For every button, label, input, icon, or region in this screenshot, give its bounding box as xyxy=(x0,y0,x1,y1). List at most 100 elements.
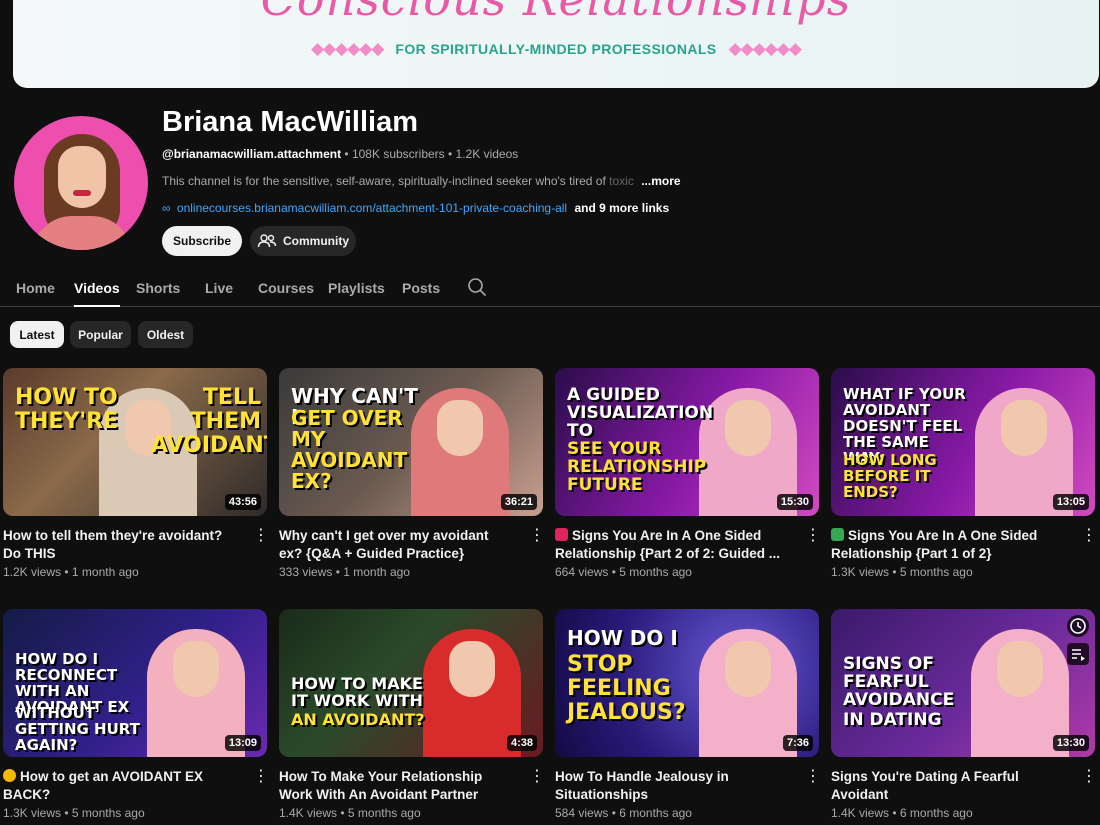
tab-courses[interactable]: Courses xyxy=(258,280,314,296)
check-mark-icon xyxy=(831,528,844,541)
video-title[interactable]: How To Make Your Relationship Work With … xyxy=(279,768,515,804)
more-vert-icon[interactable]: ⋮ xyxy=(1081,769,1097,785)
video-thumbnail[interactable]: How to they're tell them avoidant? 43:56 xyxy=(3,368,267,516)
thumb-person-head xyxy=(997,641,1043,697)
more-vert-icon[interactable]: ⋮ xyxy=(805,528,821,544)
channel-links[interactable]: ∞ onlinecourses.brianamacwilliam.com/att… xyxy=(162,201,669,215)
video-meta: 333 views • 1 month ago xyxy=(279,565,410,579)
video-card[interactable]: How to they're tell them avoidant? 43:56… xyxy=(3,368,269,579)
tab-playlists[interactable]: Playlists xyxy=(328,280,385,296)
video-title[interactable]: How to get an AVOIDANT EX BACK? xyxy=(3,768,239,804)
search-icon[interactable] xyxy=(467,277,487,297)
more-vert-icon[interactable]: ⋮ xyxy=(253,769,269,785)
video-thumbnail[interactable]: Why can't I get over my avoidant ex? 36:… xyxy=(279,368,543,516)
video-views: 584 views xyxy=(555,806,609,820)
description-text: This channel is for the sensitive, self-… xyxy=(162,174,610,188)
thumb-text-bottom: without getting hurt again? xyxy=(15,704,140,754)
thumb-text-left: How to they're xyxy=(15,385,119,434)
community-button[interactable]: Community xyxy=(250,226,356,256)
thumb-text-bottom: see your relationship future xyxy=(567,439,707,495)
video-duration: 13:05 xyxy=(1052,494,1089,510)
channel-meta: @brianamacwilliam.attachment • 108K subs… xyxy=(162,147,518,161)
video-views: 664 views xyxy=(555,565,609,579)
thumb-person-head xyxy=(725,400,771,456)
more-vert-icon[interactable]: ⋮ xyxy=(253,528,269,544)
thumb-person-head xyxy=(449,641,495,697)
thumb-person-head xyxy=(173,641,219,697)
banner-tagline: FOR SPIRITUALLY-MINDED PROFESSIONALS xyxy=(395,41,717,57)
avatar-face xyxy=(58,146,106,208)
video-card[interactable]: Signs of fearful avoidance in dating 13:… xyxy=(831,609,1097,820)
chip-popular[interactable]: Popular xyxy=(70,321,131,348)
tab-live[interactable]: Live xyxy=(205,280,233,296)
video-card[interactable]: Why can't I get over my avoidant ex? 36:… xyxy=(279,368,545,579)
thumb-text-top: Signs of fearful avoidance xyxy=(843,654,955,710)
tab-videos[interactable]: Videos xyxy=(74,280,120,307)
video-title[interactable]: Signs You're Dating A Fearful Avoidant xyxy=(831,768,1067,804)
video-title[interactable]: Signs You Are In A One Sided Relationshi… xyxy=(831,527,1067,563)
chip-latest[interactable]: Latest xyxy=(10,321,64,348)
channel-handle: @brianamacwilliam.attachment xyxy=(162,147,342,161)
more-vert-icon[interactable]: ⋮ xyxy=(1081,528,1097,544)
video-age: 5 months ago xyxy=(347,806,421,820)
channel-link-url[interactable]: onlinecourses.brianamacwilliam.com/attac… xyxy=(177,201,567,215)
video-age: 6 months ago xyxy=(619,806,692,820)
video-duration: 4:38 xyxy=(506,735,537,751)
more-vert-icon[interactable]: ⋮ xyxy=(529,769,545,785)
tab-posts[interactable]: Posts xyxy=(402,280,440,296)
video-title[interactable]: How To Handle Jealousy in Situationships xyxy=(555,768,791,804)
video-card[interactable]: How to make it work with an avoidant? 4:… xyxy=(279,609,545,820)
video-thumbnail[interactable]: How to make it work with an avoidant? 4:… xyxy=(279,609,543,757)
video-card[interactable]: How do I reconnect with an avoidant ex w… xyxy=(3,609,269,820)
add-to-queue-icon[interactable] xyxy=(1067,643,1089,665)
banner-diamonds-left: ◆◆◆◆◆◆ xyxy=(310,39,384,58)
thumb-text-bottom: stop feeling jealous? xyxy=(567,652,686,725)
video-meta: 664 views • 5 months ago xyxy=(555,565,692,579)
thumb-text-top: How to make it work with xyxy=(291,674,423,710)
video-card[interactable]: What if your avoidant doesn't feel the s… xyxy=(831,368,1097,579)
video-meta: 1.2K views • 1 month ago xyxy=(3,565,139,579)
video-meta: 1.4K views • 5 months ago xyxy=(279,806,421,820)
channel-name: Briana MacWilliam xyxy=(162,106,418,138)
more-vert-icon[interactable]: ⋮ xyxy=(529,528,545,544)
channel-banner: Conscious Relationships ◆◆◆◆◆◆ FOR SPIRI… xyxy=(13,0,1099,88)
thumb-text-top: A guided visualization to xyxy=(567,385,714,441)
video-views: 1.3K views xyxy=(831,565,890,579)
video-thumbnail[interactable]: What if your avoidant doesn't feel the s… xyxy=(831,368,1095,516)
more-links-button[interactable]: and 9 more links xyxy=(574,201,669,215)
video-thumbnail[interactable]: How do I reconnect with an avoidant ex w… xyxy=(3,609,267,757)
tab-shorts[interactable]: Shorts xyxy=(136,280,180,296)
thumb-text-right: tell them avoidant? xyxy=(151,385,267,458)
chip-oldest[interactable]: Oldest xyxy=(138,321,193,348)
video-age: 6 months ago xyxy=(899,806,973,820)
video-meta: 1.3K views • 5 months ago xyxy=(831,565,973,579)
video-age: 5 months ago xyxy=(619,565,692,579)
video-thumbnail[interactable]: A guided visualization to see your relat… xyxy=(555,368,819,516)
video-duration: 15:30 xyxy=(776,494,813,510)
broken-heart-icon xyxy=(555,528,568,541)
video-age: 5 months ago xyxy=(71,806,145,820)
video-card[interactable]: How do I stop feeling jealous? 7:36 How … xyxy=(555,609,821,820)
subscribe-button[interactable]: Subscribe xyxy=(162,226,242,256)
more-vert-icon[interactable]: ⋮ xyxy=(805,769,821,785)
channel-avatar[interactable] xyxy=(14,116,148,250)
video-card[interactable]: A guided visualization to see your relat… xyxy=(555,368,821,579)
video-title[interactable]: Why can't I get over my avoidant ex? {Q&… xyxy=(279,527,515,563)
thumb-person-head xyxy=(437,400,483,456)
avatar-lips xyxy=(73,190,91,196)
video-age: 1 month ago xyxy=(343,565,410,579)
link-icon: ∞ xyxy=(162,201,171,215)
watch-later-icon[interactable] xyxy=(1067,615,1089,637)
video-thumbnail[interactable]: Signs of fearful avoidance in dating 13:… xyxy=(831,609,1095,757)
description-more-button[interactable]: ...more xyxy=(641,174,680,188)
thumb-text-bottom: get over my avoidant ex? xyxy=(291,406,408,493)
tab-home[interactable]: Home xyxy=(16,280,55,296)
community-icon xyxy=(257,234,277,248)
video-title[interactable]: Signs You Are In A One Sided Relationshi… xyxy=(555,527,791,563)
queue-icon xyxy=(1072,649,1085,661)
community-label: Community xyxy=(283,234,349,248)
video-meta: 1.3K views • 5 months ago xyxy=(3,806,145,820)
video-thumbnail[interactable]: How do I stop feeling jealous? 7:36 xyxy=(555,609,819,757)
channel-description[interactable]: This channel is for the sensitive, self-… xyxy=(162,174,681,188)
video-title[interactable]: How to tell them they're avoidant? Do TH… xyxy=(3,527,239,563)
